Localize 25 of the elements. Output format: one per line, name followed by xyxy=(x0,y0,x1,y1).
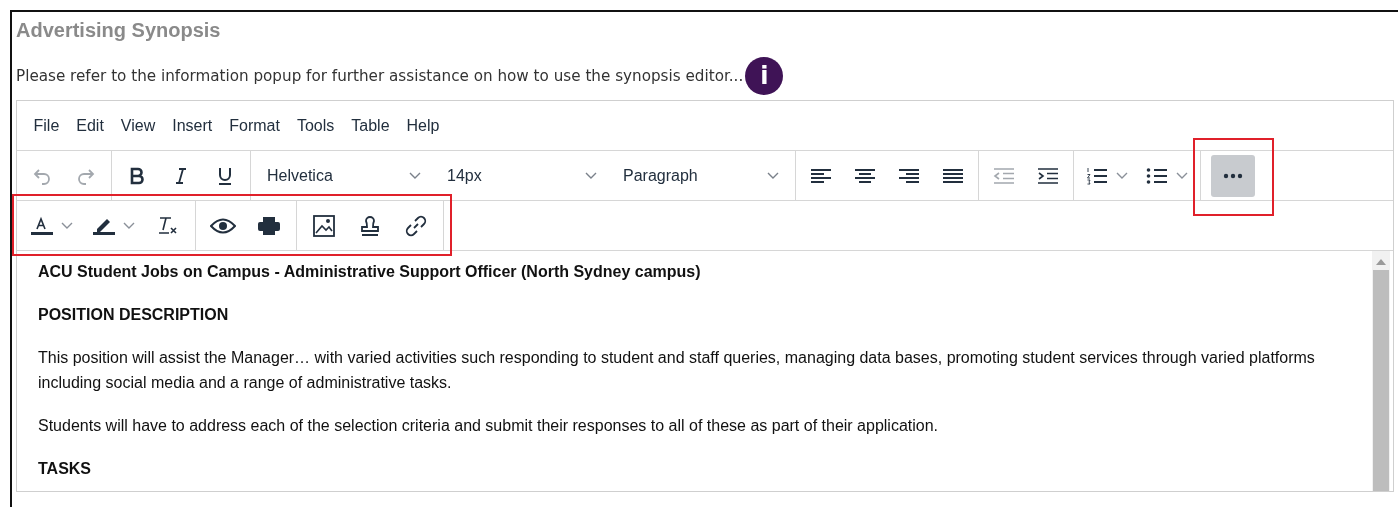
caret-icon xyxy=(767,171,779,180)
font-family-dropdown[interactable]: Helvetica xyxy=(259,158,429,193)
menu-item[interactable]: Insert xyxy=(163,112,221,139)
content-paragraph: Students will have to address each of the selection criteria and submit their responses to all of these as part of their application. xyxy=(38,416,940,436)
content-heading: ACU Student Jobs on Campus - Administrative Support Officer (North Sydney campus) xyxy=(38,262,702,282)
section-title: Advertising Synopsis xyxy=(16,18,222,43)
menu-item[interactable]: Edit xyxy=(67,112,113,139)
block-format-dropdown[interactable]: Paragraph xyxy=(615,158,787,193)
menu-item[interactable]: Help xyxy=(398,112,448,139)
menu-item[interactable]: Format xyxy=(220,112,289,139)
ellipsis-icon xyxy=(1223,172,1243,179)
menu-item[interactable]: Tools xyxy=(288,112,343,139)
instruction-text: Please refer to the information popup for further assistance on how to use the synopsis editor... xyxy=(16,67,744,85)
caret-icon xyxy=(585,171,597,180)
scrollbar[interactable] xyxy=(1372,251,1390,491)
menu-item[interactable]: Table xyxy=(342,112,399,139)
content-heading: TASKS xyxy=(38,459,93,479)
menu-item[interactable]: File xyxy=(25,112,68,139)
info-icon[interactable]: i xyxy=(745,57,784,95)
menu-item[interactable]: View xyxy=(112,112,164,139)
content-paragraph: This position will assist the Manager… with varied activities such responding to student and staff queries, managing data bases, promoting student services through varied platforms including social media and a range of administrative tasks. xyxy=(38,348,1316,393)
font-size-dropdown[interactable]: 14px xyxy=(439,158,605,193)
caret-icon xyxy=(409,171,421,180)
more-button[interactable] xyxy=(1211,154,1255,197)
content-heading: POSITION DESCRIPTION xyxy=(38,305,230,325)
